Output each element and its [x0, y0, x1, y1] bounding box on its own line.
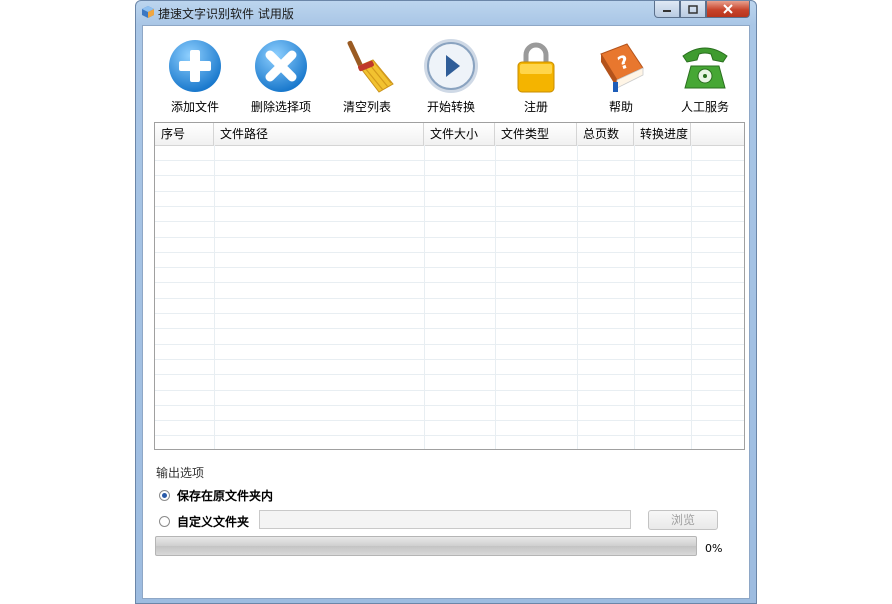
close-icon [723, 4, 733, 14]
main-panel: 添加文件 删除选择项 清空列表 开始转换 注册 ? 帮助 人工服务 序号 文件路… [142, 25, 750, 599]
add-file-label: 添加文件 [170, 100, 219, 114]
table-header: 序号 文件路径 文件大小 文件类型 总页数 转换进度 [155, 123, 744, 146]
table-gridline [155, 267, 744, 269]
manual-service-label: 人工服务 [680, 100, 729, 114]
table-gridline [155, 420, 744, 422]
table-gridline [155, 297, 744, 299]
table-column-line [495, 145, 496, 449]
add-file-button[interactable]: 添加文件 [155, 38, 235, 120]
delete-selected-label: 删除选择项 [250, 100, 311, 114]
col-header-path[interactable]: 文件路径 [214, 123, 424, 145]
table-gridline [155, 221, 744, 223]
table-gridline [155, 389, 744, 391]
progress-percent: 0% [705, 542, 723, 555]
window-controls [654, 1, 750, 18]
clear-list-button[interactable]: 清空列表 [327, 38, 407, 120]
col-header-size[interactable]: 文件大小 [424, 123, 495, 145]
broom-icon [347, 40, 394, 93]
col-header-progress[interactable]: 转换进度 [634, 123, 691, 145]
delete-icon [255, 40, 307, 92]
maximize-button[interactable] [680, 1, 706, 18]
table-gridline [155, 251, 744, 253]
add-icon [169, 40, 221, 92]
table-gridline [155, 190, 744, 192]
clear-list-label: 清空列表 [342, 100, 391, 114]
table-gridline [155, 282, 744, 284]
close-button[interactable] [706, 1, 750, 18]
toolbar: 添加文件 删除选择项 清空列表 开始转换 注册 ? 帮助 人工服务 [143, 26, 749, 122]
custom-folder-label: 自定义文件夹 [177, 515, 250, 529]
table-gridline [155, 205, 744, 207]
table-gridline [155, 160, 744, 161]
progress-bar [155, 536, 697, 556]
custom-folder-input[interactable] [259, 510, 631, 529]
table-column-line [577, 145, 578, 449]
app-icon [142, 6, 154, 18]
table-gridline [155, 374, 744, 376]
start-convert-button[interactable]: 开始转换 [411, 38, 491, 120]
save-original-label: 保存在原文件夹内 [177, 489, 274, 503]
lock-icon [517, 42, 555, 93]
table-column-line [424, 145, 425, 449]
register-label: 注册 [523, 100, 548, 114]
help-label: 帮助 [608, 100, 633, 114]
table-gridline [155, 404, 744, 406]
table-column-line [634, 145, 635, 449]
table-gridline [155, 435, 744, 437]
maximize-icon [688, 4, 698, 14]
minimize-icon [663, 10, 671, 12]
help-button[interactable]: ? 帮助 [581, 38, 661, 120]
manual-service-button[interactable]: 人工服务 [665, 38, 745, 120]
save-original-radio[interactable] [159, 490, 170, 501]
col-header-pages[interactable]: 总页数 [577, 123, 634, 145]
phone-icon [682, 47, 728, 89]
window-title: 捷速文字识别软件 试用版 [158, 7, 294, 21]
title-bar[interactable]: 捷速文字识别软件 试用版 [136, 1, 756, 25]
table-gridline [155, 358, 744, 360]
table-gridline [155, 343, 744, 345]
option-custom-folder[interactable]: 自定义文件夹 [159, 513, 249, 530]
table-gridline [155, 236, 744, 238]
help-book-icon: ? [600, 43, 644, 92]
start-convert-label: 开始转换 [426, 100, 475, 114]
table-gridline [155, 328, 744, 330]
table-column-line [691, 145, 692, 449]
custom-folder-radio[interactable] [159, 516, 170, 527]
table-gridline [155, 175, 744, 177]
table-column-line [214, 145, 215, 449]
col-header-type[interactable]: 文件类型 [495, 123, 577, 145]
browse-button[interactable]: 浏览 [648, 510, 718, 530]
table-gridline [155, 313, 744, 314]
output-options-title: 输出选项 [156, 466, 205, 480]
play-icon [424, 39, 478, 93]
option-save-original[interactable]: 保存在原文件夹内 [159, 487, 273, 504]
file-table[interactable]: 序号 文件路径 文件大小 文件类型 总页数 转换进度 [154, 122, 745, 450]
minimize-button[interactable] [654, 1, 680, 18]
delete-selected-button[interactable]: 删除选择项 [241, 38, 321, 120]
register-button[interactable]: 注册 [496, 38, 576, 120]
app-window: 捷速文字识别软件 试用版 添加文件 删除选择项 清空列表 开始转换 注册 ? 帮… [135, 0, 757, 604]
col-header-index[interactable]: 序号 [155, 123, 214, 145]
